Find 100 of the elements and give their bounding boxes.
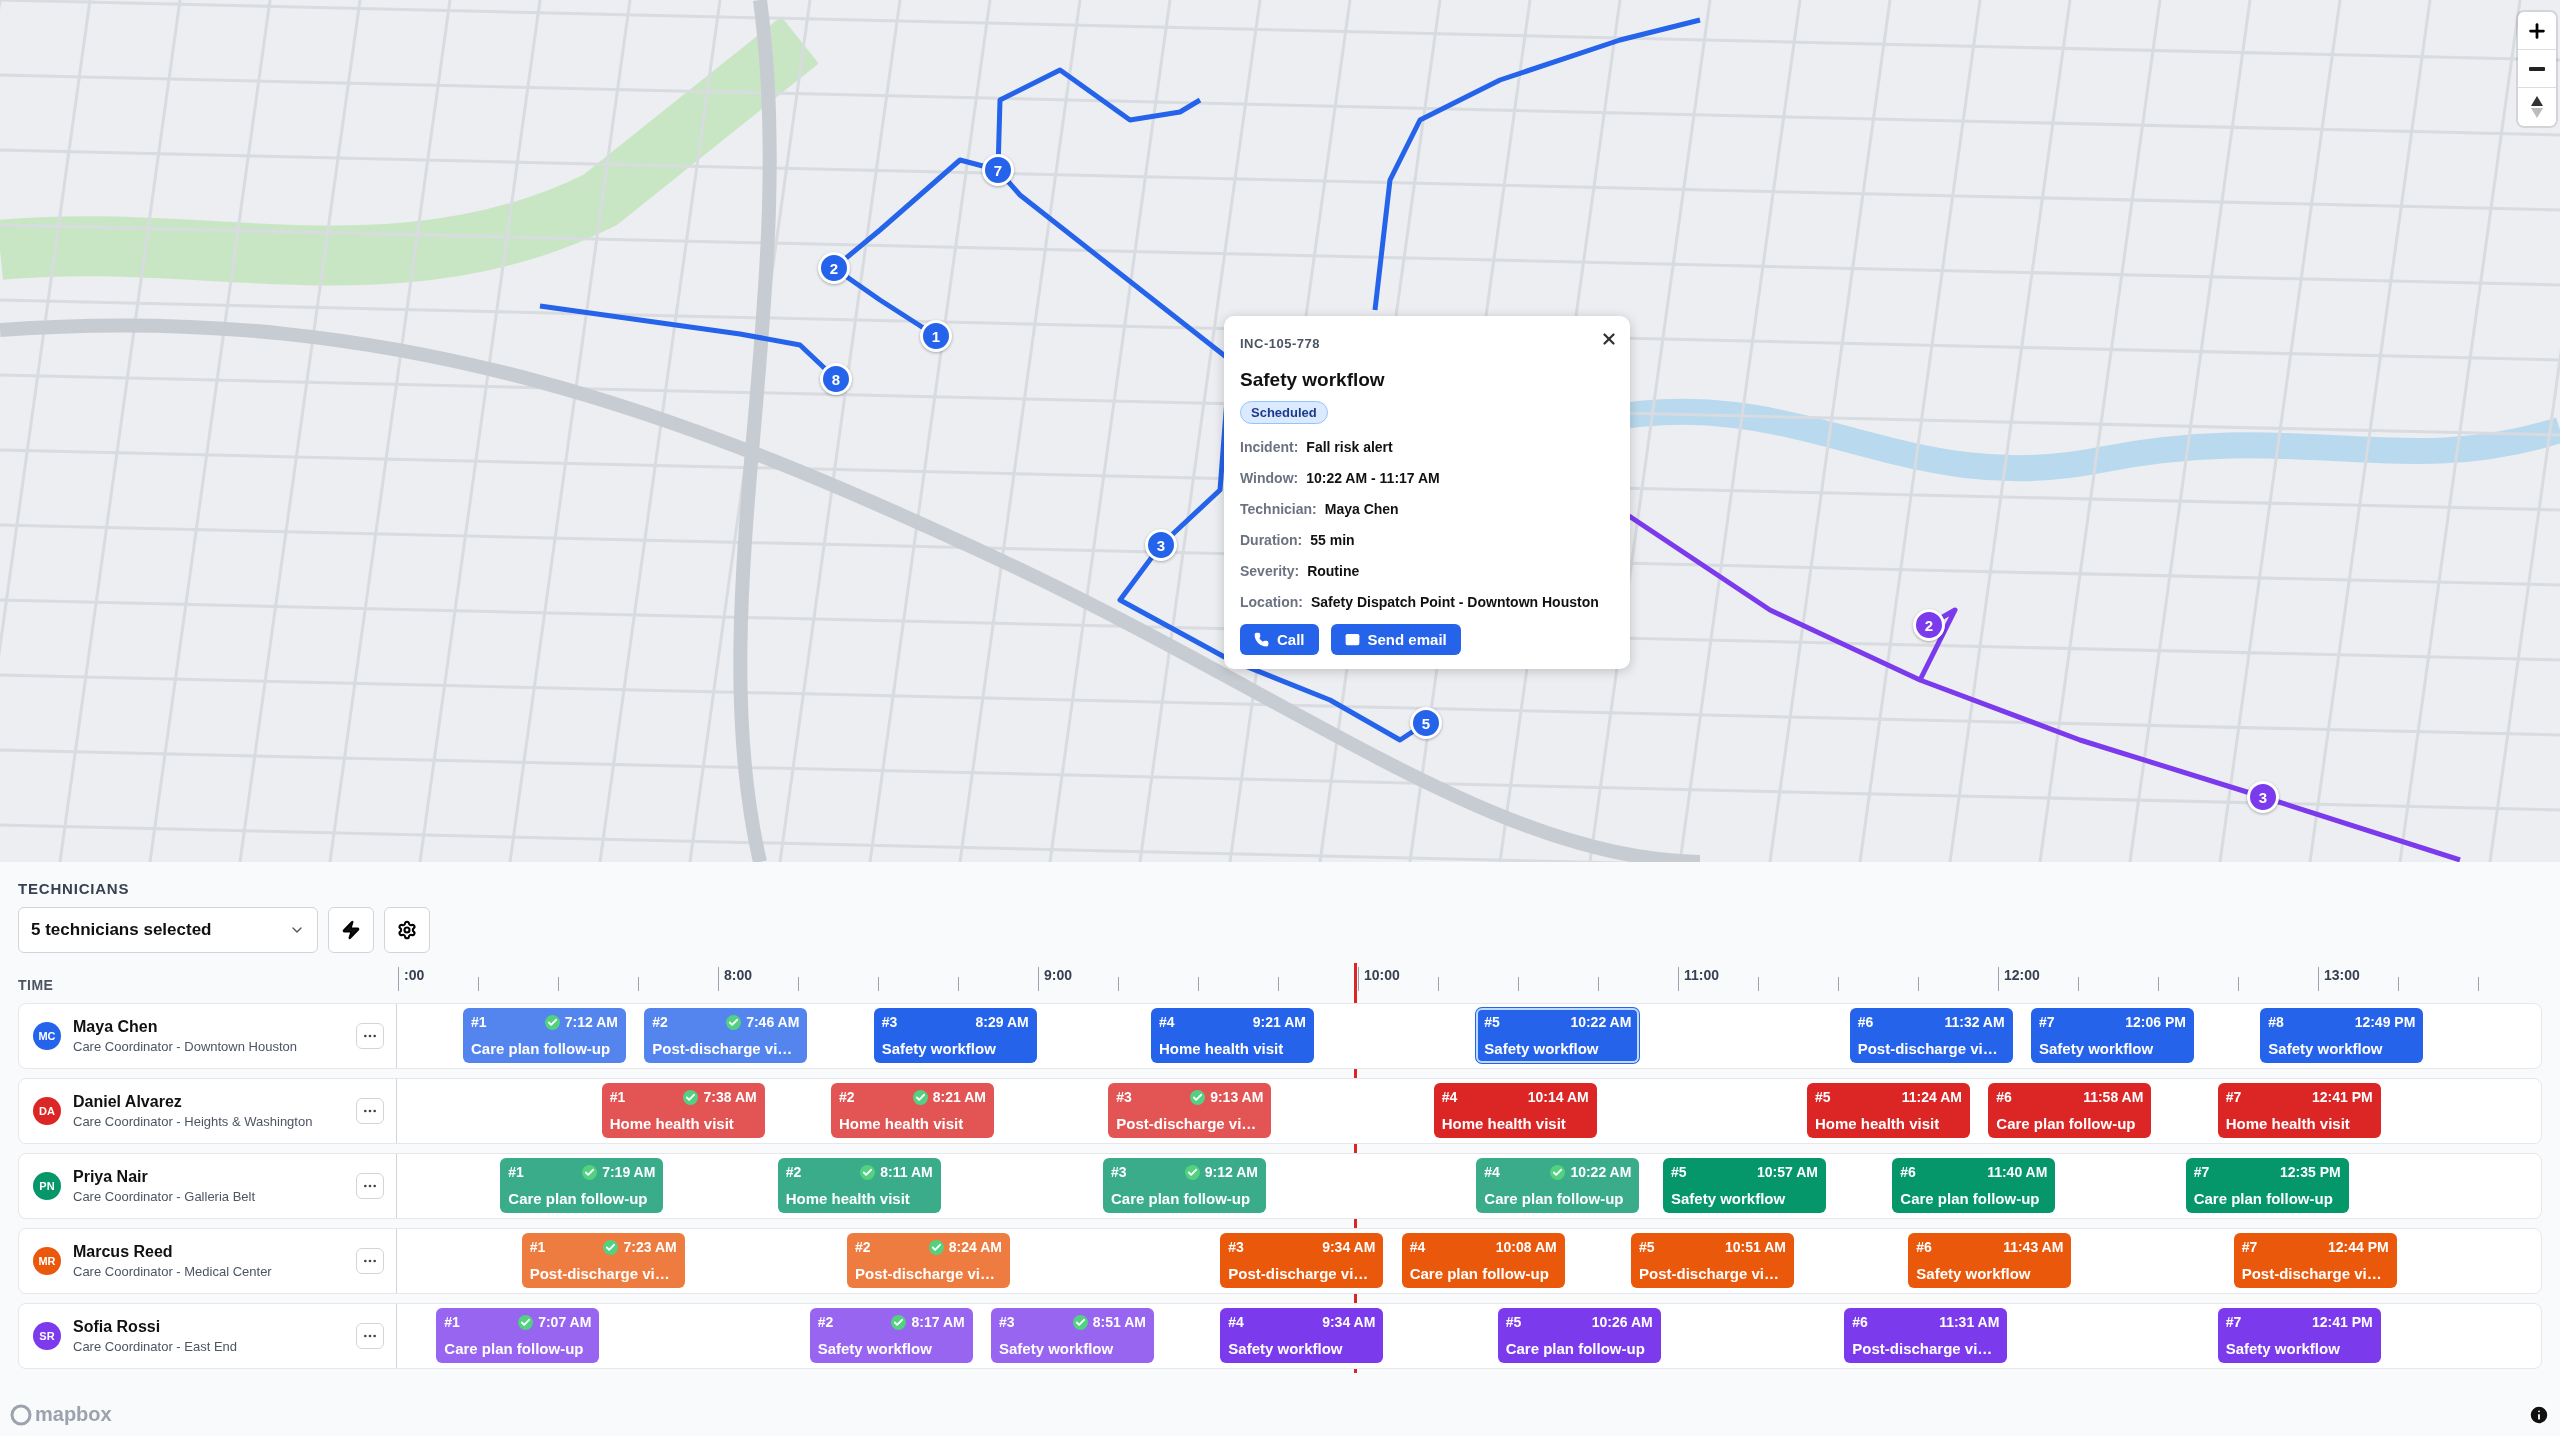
visit-block[interactable]: #1 7:38 AM Home health visit bbox=[601, 1083, 765, 1138]
visit-block[interactable]: #2 8:21 AM Home health visit bbox=[831, 1083, 994, 1138]
visit-title: Safety workflow bbox=[2268, 1040, 2384, 1057]
visit-number: #1 bbox=[508, 1164, 524, 1180]
visit-block[interactable]: #6 11:31 AM Post-discharge vi… bbox=[1844, 1308, 2008, 1363]
field-label: Incident: bbox=[1240, 439, 1299, 455]
info-button[interactable] bbox=[2528, 1404, 2550, 1426]
minus-icon bbox=[2529, 66, 2545, 71]
visit-block[interactable]: #5 11:24 AM Home health visit bbox=[1807, 1083, 1970, 1138]
visit-number: #7 bbox=[2193, 1164, 2210, 1180]
hour-label: :00 bbox=[404, 967, 425, 983]
visit-time: 10:08 AM bbox=[1495, 1239, 1557, 1255]
visit-block[interactable]: #4 9:34 AM Safety workflow bbox=[1220, 1308, 1384, 1363]
visit-block[interactable]: #2 7:46 AM Post-discharge vi… bbox=[644, 1008, 808, 1063]
visit-title: Post-discharge vi… bbox=[529, 1265, 671, 1282]
visit-title: Safety workflow bbox=[817, 1340, 933, 1357]
visit-block[interactable]: #5 10:51 AM Post-discharge vi… bbox=[1631, 1233, 1794, 1288]
avatar: SR bbox=[33, 1322, 61, 1350]
check-icon bbox=[912, 1089, 928, 1105]
send-email-button[interactable]: Send email bbox=[1330, 624, 1461, 655]
visit-title: Safety workflow bbox=[2225, 1340, 2341, 1357]
visit-title: Post-discharge vi… bbox=[652, 1040, 794, 1057]
close-button[interactable] bbox=[1600, 330, 1618, 348]
lightning-button[interactable] bbox=[328, 907, 374, 953]
visit-number: #2 bbox=[855, 1239, 871, 1255]
technician-role: Care Coordinator - Galleria Belt bbox=[73, 1189, 257, 1204]
visit-block[interactable]: #5 10:22 AM Safety workflow bbox=[1476, 1008, 1640, 1063]
visit-title: Safety workflow bbox=[1916, 1265, 2032, 1282]
visit-number: #2 bbox=[652, 1014, 668, 1030]
visit-title: Home health visit bbox=[609, 1115, 735, 1132]
visit-block[interactable]: #3 8:29 AM Safety workflow bbox=[873, 1008, 1037, 1063]
visit-block[interactable]: #1 7:23 AM Post-discharge vi… bbox=[521, 1233, 685, 1288]
check-icon bbox=[1550, 1164, 1566, 1180]
visit-block[interactable]: #3 8:51 AM Safety workflow bbox=[991, 1308, 1154, 1363]
settings-button[interactable] bbox=[384, 907, 430, 953]
check-icon bbox=[928, 1239, 944, 1255]
visit-block[interactable]: #1 7:12 AM Care plan follow-up bbox=[463, 1008, 626, 1063]
visit-time: 10:51 AM bbox=[1725, 1239, 1786, 1255]
visit-time: 10:57 AM bbox=[1757, 1164, 1818, 1180]
call-button[interactable]: Call bbox=[1240, 624, 1319, 655]
avatar: DA bbox=[33, 1097, 61, 1125]
technician-name: Priya Nair bbox=[73, 1168, 149, 1186]
visit-block[interactable]: #6 11:43 AM Safety workflow bbox=[1908, 1233, 2072, 1288]
visit-time: 9:34 AM bbox=[1322, 1239, 1376, 1255]
visit-title: Home health visit bbox=[839, 1115, 965, 1132]
visit-number: #3 bbox=[1228, 1239, 1244, 1255]
visit-time: 8:51 AM bbox=[1092, 1314, 1146, 1330]
technician-select[interactable]: 5 technicians selected bbox=[18, 907, 318, 953]
visit-block[interactable]: #4 10:22 AM Care plan follow-up bbox=[1476, 1158, 1640, 1213]
visit-time: 9:13 AM bbox=[1210, 1089, 1264, 1105]
check-icon bbox=[1072, 1314, 1088, 1330]
avatar: MR bbox=[33, 1247, 61, 1275]
visit-number: #5 bbox=[1639, 1239, 1655, 1255]
visit-block[interactable]: #4 10:14 AM Home health visit bbox=[1433, 1083, 1597, 1138]
visit-block[interactable]: #7 12:41 PM Safety workflow bbox=[2217, 1308, 2381, 1363]
visit-time: 10:14 AM bbox=[1527, 1089, 1589, 1105]
hour-label: 10:00 bbox=[1364, 967, 1400, 983]
visit-number: #1 bbox=[471, 1014, 487, 1030]
visit-block[interactable]: #3 9:13 AM Post-discharge vi… bbox=[1108, 1083, 1272, 1138]
visit-block[interactable]: #5 10:57 AM Safety workflow bbox=[1663, 1158, 1826, 1213]
visit-block[interactable]: #2 8:11 AM Home health visit bbox=[777, 1158, 941, 1213]
incident-id: INC-105-778 bbox=[1240, 336, 1320, 351]
envelope-icon bbox=[1344, 632, 1360, 647]
visit-block[interactable]: #6 11:40 AM Care plan follow-up bbox=[1892, 1158, 2056, 1213]
field-label: Severity: bbox=[1240, 563, 1300, 579]
check-icon bbox=[891, 1314, 907, 1330]
visit-number: #2 bbox=[817, 1314, 834, 1330]
visit-time: 9:34 AM bbox=[1322, 1314, 1376, 1330]
visit-block[interactable]: #4 9:21 AM Home health visit bbox=[1151, 1008, 1314, 1063]
visit-block[interactable]: #2 8:24 AM Post-discharge vi… bbox=[847, 1233, 1010, 1288]
visit-block[interactable]: #6 11:58 AM Care plan follow-up bbox=[1988, 1083, 2152, 1138]
hour-label: 9:00 bbox=[1044, 967, 1073, 983]
visit-block[interactable]: #2 8:17 AM Safety workflow bbox=[809, 1308, 973, 1363]
visit-block[interactable]: #3 9:34 AM Post-discharge vi… bbox=[1220, 1233, 1384, 1288]
field-label: Duration: bbox=[1240, 532, 1303, 548]
visit-title: Post-discharge vi… bbox=[1228, 1265, 1370, 1282]
visit-block[interactable]: #3 9:12 AM Care plan follow-up bbox=[1103, 1158, 1266, 1213]
visit-number: #7 bbox=[2039, 1014, 2055, 1030]
status-badge: Scheduled bbox=[1240, 401, 1328, 424]
visit-number: #3 bbox=[881, 1014, 898, 1030]
avatar: PN bbox=[33, 1172, 61, 1200]
visit-title: Post-discharge vi… bbox=[1116, 1115, 1258, 1132]
visit-block[interactable]: #5 10:26 AM Care plan follow-up bbox=[1497, 1308, 1661, 1363]
visit-block[interactable]: #7 12:06 PM Safety workflow bbox=[2031, 1008, 2194, 1063]
visit-block[interactable]: #7 12:41 PM Home health visit bbox=[2217, 1083, 2381, 1138]
visit-block[interactable]: #1 7:19 AM Care plan follow-up bbox=[500, 1158, 664, 1213]
visit-block[interactable]: #1 7:07 AM Care plan follow-up bbox=[436, 1308, 600, 1363]
visit-block[interactable]: #4 10:08 AM Care plan follow-up bbox=[1401, 1233, 1565, 1288]
visit-title: Care plan follow-up bbox=[1505, 1340, 1646, 1357]
field-label: Window: bbox=[1240, 470, 1299, 486]
visit-block[interactable]: #7 12:35 PM Care plan follow-up bbox=[2185, 1158, 2349, 1213]
visit-number: #6 bbox=[1916, 1239, 1932, 1255]
visit-block[interactable]: #7 12:44 PM Post-discharge vi… bbox=[2233, 1233, 2397, 1288]
visit-block[interactable]: #6 11:32 AM Post-discharge vi… bbox=[1849, 1008, 2013, 1063]
visit-title: Safety workflow bbox=[1484, 1040, 1600, 1057]
visit-number: #4 bbox=[1228, 1314, 1244, 1330]
visit-block[interactable]: #8 12:49 PM Safety workflow bbox=[2260, 1008, 2424, 1063]
popup-title: Safety workflow bbox=[1240, 369, 1385, 391]
check-icon bbox=[518, 1314, 534, 1330]
visit-time: 12:35 PM bbox=[2279, 1164, 2341, 1180]
